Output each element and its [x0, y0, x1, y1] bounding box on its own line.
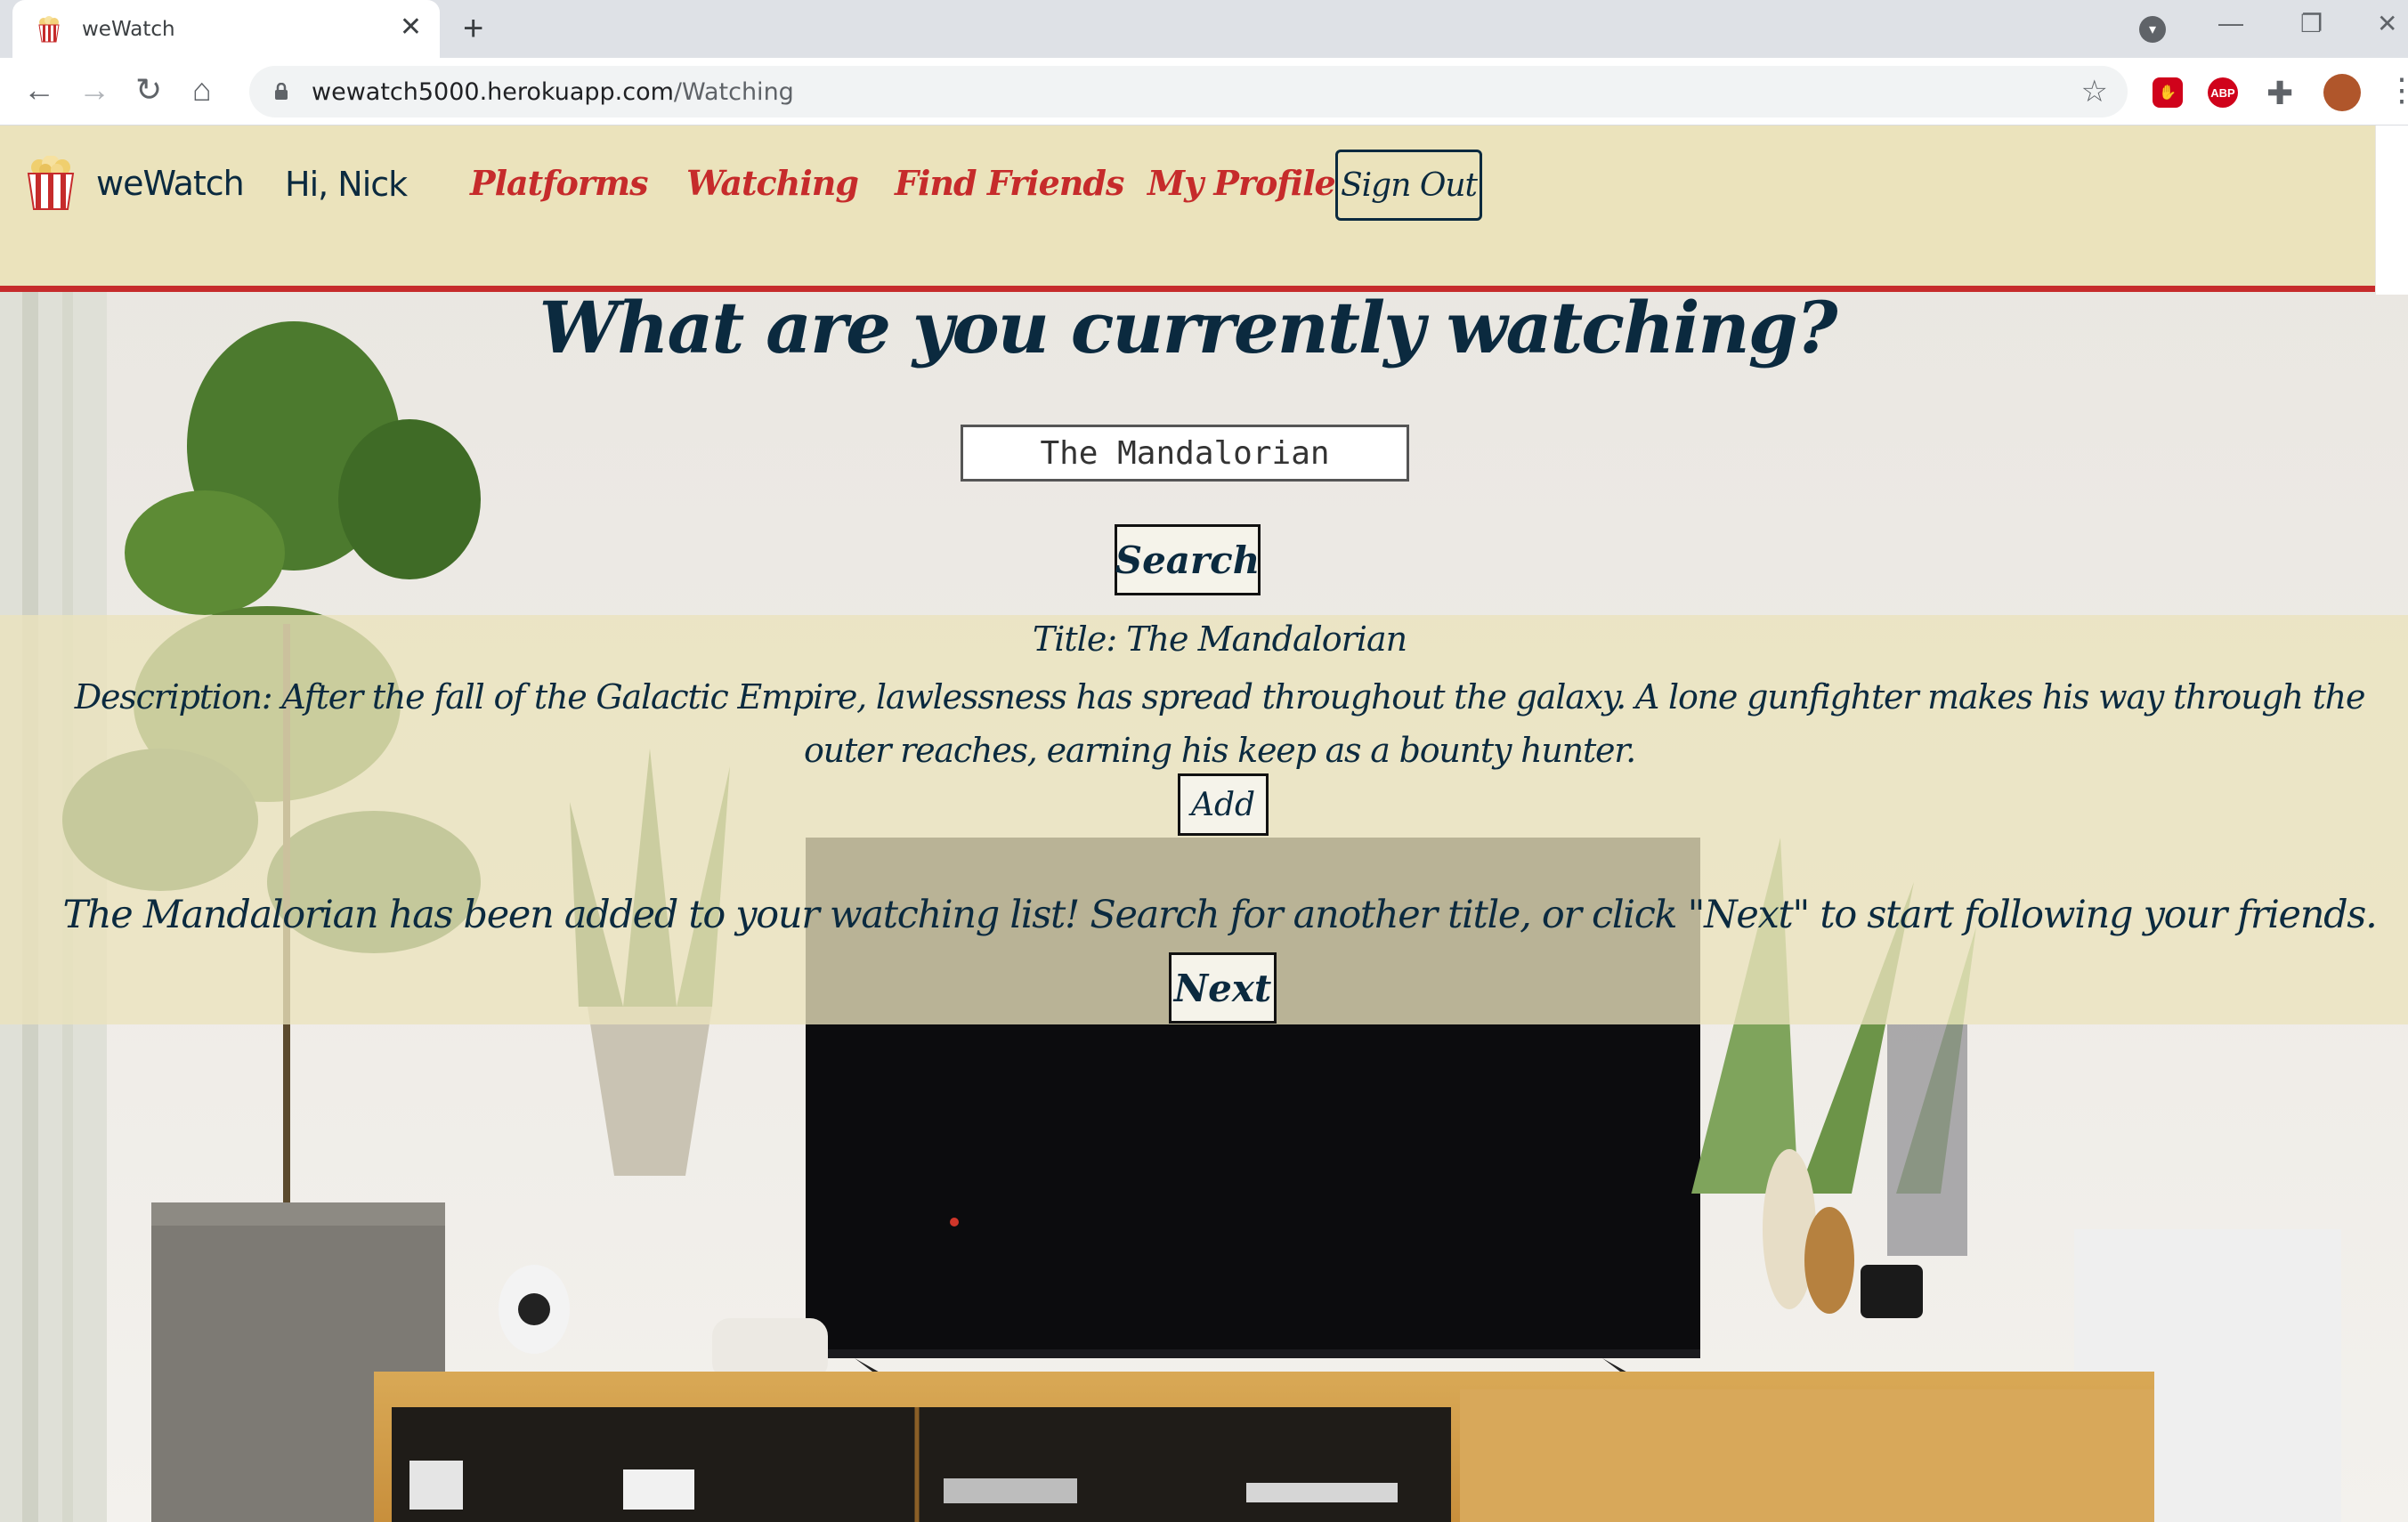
restore-button[interactable]: ❐ — [2300, 9, 2323, 38]
tab-search-icon[interactable]: ▾ — [2139, 16, 2166, 43]
added-confirmation-message: The Mandalorian has been added to your w… — [62, 893, 2378, 937]
tab-title: weWatch — [82, 17, 175, 41]
url-text: wewatch5000.herokuapp.com/Watching — [312, 78, 794, 106]
forward-icon[interactable]: → — [78, 70, 110, 109]
back-icon[interactable]: ← — [23, 70, 55, 109]
nav-find-friends[interactable]: Find Friends — [895, 163, 1124, 203]
result-description: Description: After the fall of the Galac… — [74, 677, 2366, 770]
nav-platforms[interactable]: Platforms — [470, 163, 648, 203]
web-page: weWatch Hi, Nick Platforms Watching Find… — [0, 125, 2408, 1522]
brand-name: weWatch — [96, 164, 245, 203]
url-path: /Watching — [673, 77, 794, 106]
popcorn-icon — [38, 15, 60, 42]
menu-kebab-icon[interactable]: ⋮ — [2386, 70, 2408, 109]
user-greeting: Hi, Nick — [285, 165, 408, 204]
bookmark-star-icon[interactable]: ☆ — [2081, 75, 2108, 109]
next-button[interactable]: Next — [1169, 952, 1277, 1024]
page-heading: What are you currently watching? — [539, 286, 1837, 369]
address-bar[interactable]: wewatch5000.herokuapp.com/Watching ☆ — [249, 66, 2128, 117]
browser-tabstrip: weWatch ✕ + ▾ — ❐ ✕ — [0, 0, 2408, 58]
page-scrollbar[interactable] — [2376, 125, 2408, 295]
extensions-puzzle-icon[interactable]: ✚ — [2266, 74, 2293, 113]
browser-toolbar: ← → ↻ ⌂ wewatch5000.herokuapp.com/Watchi… — [0, 58, 2408, 125]
site-header: weWatch Hi, Nick Platforms Watching Find… — [0, 125, 2375, 292]
nav-my-profile[interactable]: My Profile — [1147, 163, 1336, 203]
lock-icon — [275, 83, 288, 100]
reload-icon[interactable]: ↻ — [135, 70, 162, 109]
abp-icon[interactable]: ABP — [2208, 77, 2238, 108]
adblock-shield-icon[interactable]: ✋ — [2153, 77, 2183, 108]
browser-tab[interactable]: weWatch ✕ — [12, 0, 440, 58]
brand[interactable]: weWatch — [23, 156, 245, 211]
sign-out-button[interactable]: Sign Out — [1335, 150, 1482, 221]
url-host: wewatch5000.herokuapp.com — [312, 77, 674, 106]
new-tab-button[interactable]: + — [463, 11, 483, 46]
add-button[interactable]: Add — [1178, 773, 1269, 836]
popcorn-logo-icon — [27, 156, 75, 210]
close-window-button[interactable]: ✕ — [2377, 9, 2397, 38]
user-avatar[interactable] — [2323, 74, 2361, 111]
minimize-button[interactable]: — — [2218, 9, 2243, 37]
nav-watching[interactable]: Watching — [686, 163, 859, 203]
result-title: Title: The Mandalorian — [1032, 619, 1407, 659]
search-button[interactable]: Search — [1115, 524, 1261, 595]
title-search-input[interactable] — [961, 425, 1409, 482]
home-icon[interactable]: ⌂ — [192, 70, 212, 109]
tab-close-icon[interactable]: ✕ — [400, 14, 422, 41]
